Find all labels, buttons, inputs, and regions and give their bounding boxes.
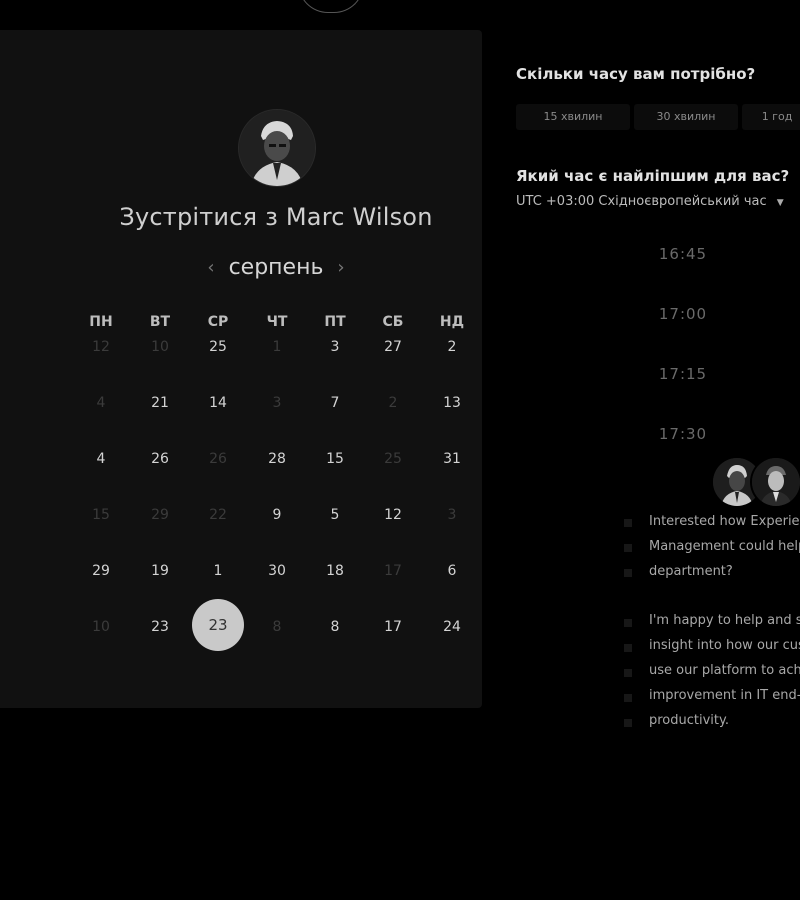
calendar-day-disabled: 12	[92, 339, 110, 355]
message-marker	[624, 719, 632, 727]
calendar-day-disabled: 29	[151, 507, 169, 523]
message-line: improvement in IT end-	[649, 688, 800, 703]
calendar-day-disabled: 2	[388, 395, 398, 411]
calendar-day[interactable]: 21	[140, 392, 180, 414]
calendar-day[interactable]: 2	[432, 336, 472, 358]
calendar-day[interactable]: 15	[315, 448, 355, 470]
message-marker	[624, 694, 632, 702]
message-line: use our platform to achi	[649, 663, 800, 678]
calendar-card	[0, 30, 482, 708]
message-line: department?	[649, 564, 733, 579]
month-label: серпень	[228, 254, 324, 280]
message-marker	[624, 519, 632, 527]
host-avatar	[239, 110, 315, 186]
message-line: I'm happy to help and s	[649, 613, 800, 628]
weekday-header: ЧТ	[266, 314, 288, 330]
chat-avatar-photo	[752, 458, 800, 506]
calendar-day-disabled: 8	[272, 619, 282, 635]
chevron-left-icon[interactable]: ‹	[200, 257, 222, 278]
message-line: Interested how Experien	[649, 514, 800, 529]
time-title: Який час є найліпшим для вас?	[516, 167, 790, 185]
weekday-header: ВТ	[149, 314, 171, 330]
duration-option-30[interactable]: 30 хвилин	[634, 104, 738, 130]
calendar-day[interactable]: 28	[257, 448, 297, 470]
calendar-day-disabled: 25	[384, 451, 402, 467]
calendar-day[interactable]: 12	[373, 504, 413, 526]
host-avatar-photo	[239, 110, 315, 186]
message-marker	[624, 569, 632, 577]
calendar-day[interactable]: 5	[315, 504, 355, 526]
caret-down-icon: ▼	[776, 198, 784, 208]
calendar-day[interactable]: 26	[140, 448, 180, 470]
calendar-day[interactable]: 25	[198, 336, 238, 358]
calendar-day-disabled: 15	[92, 507, 110, 523]
weekday-header: СБ	[382, 314, 404, 330]
chat-bubble-tail	[298, 0, 364, 13]
message-line: productivity.	[649, 713, 729, 728]
calendar-day[interactable]: 23	[140, 616, 180, 638]
chat-avatar-colleague	[752, 458, 800, 506]
message-line: Management could help	[649, 539, 800, 554]
weekday-header: НД	[439, 314, 465, 330]
page-title: Зустрітися з Marc Wilson	[0, 203, 552, 231]
time-slot[interactable]: 17:30	[620, 417, 746, 451]
message-marker	[624, 619, 632, 627]
calendar-day[interactable]: 4	[81, 448, 121, 470]
message-marker	[624, 544, 632, 552]
calendar-day[interactable]: 19	[140, 560, 180, 582]
timezone-select[interactable]: UTC +03:00 Східноєвропейський час ▼	[516, 194, 784, 209]
duration-option-60[interactable]: 1 год	[742, 104, 800, 130]
month-navigator: ‹ серпень ›	[200, 252, 352, 282]
calendar-day[interactable]: 13	[432, 392, 472, 414]
calendar-day[interactable]: 31	[432, 448, 472, 470]
chevron-right-icon[interactable]: ›	[330, 257, 352, 278]
time-slot[interactable]: 17:00	[620, 297, 746, 331]
host-name: Marc Wilson	[285, 203, 433, 231]
calendar-day-disabled: 4	[96, 395, 106, 411]
calendar-day[interactable]: 18	[315, 560, 355, 582]
calendar-day[interactable]: 6	[432, 560, 472, 582]
weekday-header: ПН	[89, 314, 113, 330]
message-marker	[624, 644, 632, 652]
message-line: insight into how our cus	[649, 638, 800, 653]
timezone-label: UTC +03:00 Східноєвропейський час	[516, 194, 767, 209]
calendar-day[interactable]: 9	[257, 504, 297, 526]
calendar-day[interactable]: 29	[81, 560, 121, 582]
calendar-day[interactable]: 14	[198, 392, 238, 414]
weekday-header: СР	[207, 314, 229, 330]
time-slot[interactable]: 17:15	[620, 357, 746, 391]
calendar-day-disabled: 22	[209, 507, 227, 523]
calendar-day-disabled: 3	[272, 395, 282, 411]
calendar-day[interactable]: 1	[198, 560, 238, 582]
calendar-day[interactable]: 24	[432, 616, 472, 638]
calendar-day[interactable]: 3	[315, 336, 355, 358]
calendar-day-disabled: 3	[447, 507, 457, 523]
title-prefix: Зустрітися з	[119, 203, 279, 231]
time-slot[interactable]: 16:45	[620, 237, 746, 271]
message-marker	[624, 669, 632, 677]
duration-title: Скільки часу вам потрібно?	[516, 65, 756, 83]
calendar-day-disabled: 17	[384, 563, 402, 579]
duration-option-15[interactable]: 15 хвилин	[516, 104, 630, 130]
calendar-day[interactable]: 27	[373, 336, 413, 358]
calendar-day[interactable]: 30	[257, 560, 297, 582]
selected-day[interactable]: 23	[192, 599, 244, 651]
calendar-day[interactable]: 7	[315, 392, 355, 414]
calendar-day-disabled: 1	[272, 339, 282, 355]
calendar-day-disabled: 10	[151, 339, 169, 355]
weekday-header: ПТ	[324, 314, 346, 330]
calendar-day[interactable]: 8	[315, 616, 355, 638]
calendar-day-disabled: 10	[92, 619, 110, 635]
calendar-day-disabled: 26	[209, 451, 227, 467]
calendar-day[interactable]: 17	[373, 616, 413, 638]
